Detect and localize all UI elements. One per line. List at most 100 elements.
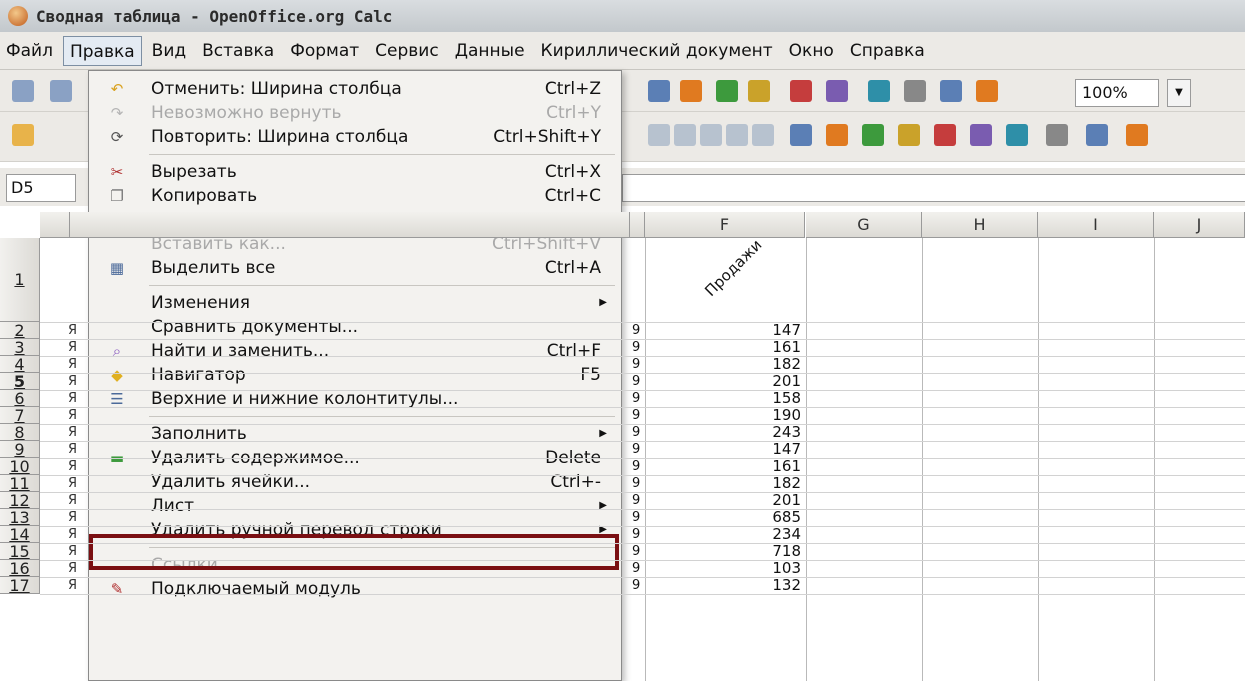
zoom-field[interactable]: 100% [1075, 79, 1159, 107]
row-header[interactable]: 14 [0, 526, 40, 543]
cell-F[interactable]: 103 [645, 560, 805, 577]
toolbar-icon[interactable] [1046, 124, 1068, 146]
cell-F[interactable]: 234 [645, 526, 805, 543]
row-header[interactable]: 11 [0, 475, 40, 492]
cell-F[interactable]: 161 [645, 339, 805, 356]
cell-A[interactable]: Я [68, 340, 80, 355]
cell-A[interactable]: Я [68, 459, 80, 474]
column-header[interactable] [70, 212, 630, 238]
formula-input[interactable] [622, 174, 1245, 202]
cell-E[interactable]: 9 [628, 373, 644, 390]
cell-A[interactable]: Я [68, 323, 80, 338]
cell-E[interactable]: 9 [628, 322, 644, 339]
cell-A[interactable]: Я [68, 408, 80, 423]
row-header[interactable]: 8 [0, 424, 40, 441]
toolbar-icon[interactable] [648, 80, 670, 102]
column-header[interactable]: I [1038, 212, 1154, 238]
cell-E[interactable]: 9 [628, 560, 644, 577]
menu-item[interactable]: Заполнить ▶ [89, 422, 621, 446]
cell-F[interactable]: 147 [645, 322, 805, 339]
cell-F[interactable]: 201 [645, 492, 805, 509]
toolbar-icon[interactable] [12, 124, 34, 146]
cell-E[interactable]: 9 [628, 407, 644, 424]
cell-E[interactable]: 9 [628, 475, 644, 492]
toolbar-icon[interactable] [904, 80, 926, 102]
menu-item[interactable]: ⟳ Повторить: Ширина столбца Ctrl+Shift+Y [89, 125, 621, 149]
menu-item[interactable]: ✎ Подключаемый модуль [89, 577, 621, 601]
row-header[interactable]: 16 [0, 560, 40, 577]
menu-8[interactable]: Окно [783, 36, 840, 66]
toolbar-icon[interactable] [868, 80, 890, 102]
cell-E[interactable]: 9 [628, 424, 644, 441]
cell-A[interactable]: Я [68, 357, 80, 372]
cell-A[interactable]: Я [68, 493, 80, 508]
zoom-dropdown-icon[interactable]: ▼ [1167, 79, 1191, 107]
cell-F[interactable]: 718 [645, 543, 805, 560]
cell-E[interactable]: 9 [628, 390, 644, 407]
toolbar-icon[interactable] [716, 80, 738, 102]
cell-A[interactable]: Я [68, 544, 80, 559]
row-header[interactable]: 12 [0, 492, 40, 509]
cell-A[interactable]: Я [68, 527, 80, 542]
toolbar-icon[interactable] [826, 80, 848, 102]
cell-A[interactable]: Я [68, 510, 80, 525]
row-header[interactable]: 2 [0, 322, 40, 339]
toolbar-icon[interactable] [790, 80, 812, 102]
toolbar-icon[interactable] [726, 124, 748, 146]
menu-item[interactable]: Изменения ▶ [89, 291, 621, 315]
toolbar-icon[interactable] [700, 124, 722, 146]
menu-item[interactable]: ↶ Отменить: Ширина столбца Ctrl+Z [89, 77, 621, 101]
cell-E[interactable]: 9 [628, 543, 644, 560]
menu-item[interactable]: Сравнить документы... [89, 315, 621, 339]
cell-E[interactable]: 9 [628, 577, 644, 594]
column-header[interactable]: F [645, 212, 805, 238]
cell-E[interactable]: 9 [628, 509, 644, 526]
cell-E[interactable]: 9 [628, 441, 644, 458]
toolbar-icon[interactable] [940, 80, 962, 102]
menu-4[interactable]: Формат [284, 36, 365, 66]
cell-F[interactable]: 201 [645, 373, 805, 390]
cell-E[interactable]: 9 [628, 458, 644, 475]
menu-2[interactable]: Вид [146, 36, 192, 66]
row-header[interactable]: 5 [0, 373, 40, 390]
cell-F[interactable]: 132 [645, 577, 805, 594]
toolbar-icon[interactable] [976, 80, 998, 102]
menu-9[interactable]: Справка [844, 36, 931, 66]
cell-F[interactable]: 161 [645, 458, 805, 475]
toolbar-icon[interactable] [12, 80, 34, 102]
toolbar-icon[interactable] [1006, 124, 1028, 146]
name-box[interactable]: D5 [6, 174, 76, 202]
toolbar-icon[interactable] [898, 124, 920, 146]
row-header[interactable]: 4 [0, 356, 40, 373]
menu-3[interactable]: Вставка [196, 36, 280, 66]
row-header[interactable]: 1 [0, 238, 40, 322]
toolbar-icon[interactable] [752, 124, 774, 146]
cell-F[interactable]: 147 [645, 441, 805, 458]
row-header[interactable]: 6 [0, 390, 40, 407]
toolbar-icon[interactable] [970, 124, 992, 146]
cell-F[interactable]: 182 [645, 356, 805, 373]
menu-item[interactable]: Удалить ячейки... Ctrl+- [89, 470, 621, 494]
menu-1[interactable]: Правка [62, 35, 142, 66]
menu-item[interactable]: Лист ▶ [89, 494, 621, 518]
menu-6[interactable]: Данные [449, 36, 531, 66]
row-header[interactable]: 17 [0, 577, 40, 594]
row-header[interactable]: 15 [0, 543, 40, 560]
cell-F[interactable]: 685 [645, 509, 805, 526]
toolbar-icon[interactable] [826, 124, 848, 146]
column-header[interactable]: J [1154, 212, 1245, 238]
menu-5[interactable]: Сервис [369, 36, 445, 66]
toolbar-icon[interactable] [748, 80, 770, 102]
cell-A[interactable]: Я [68, 374, 80, 389]
toolbar-icon[interactable] [680, 80, 702, 102]
row-header[interactable]: 9 [0, 441, 40, 458]
cell-A[interactable]: Я [68, 578, 80, 593]
menu-item[interactable]: ◆ Навигатор F5 [89, 363, 621, 387]
toolbar-icon[interactable] [862, 124, 884, 146]
row-header[interactable]: 7 [0, 407, 40, 424]
row-header[interactable]: 13 [0, 509, 40, 526]
toolbar-icon[interactable] [674, 124, 696, 146]
cell-E[interactable]: 9 [628, 492, 644, 509]
menu-item[interactable]: ✂ Вырезать Ctrl+X [89, 160, 621, 184]
cell-A[interactable]: Я [68, 442, 80, 457]
